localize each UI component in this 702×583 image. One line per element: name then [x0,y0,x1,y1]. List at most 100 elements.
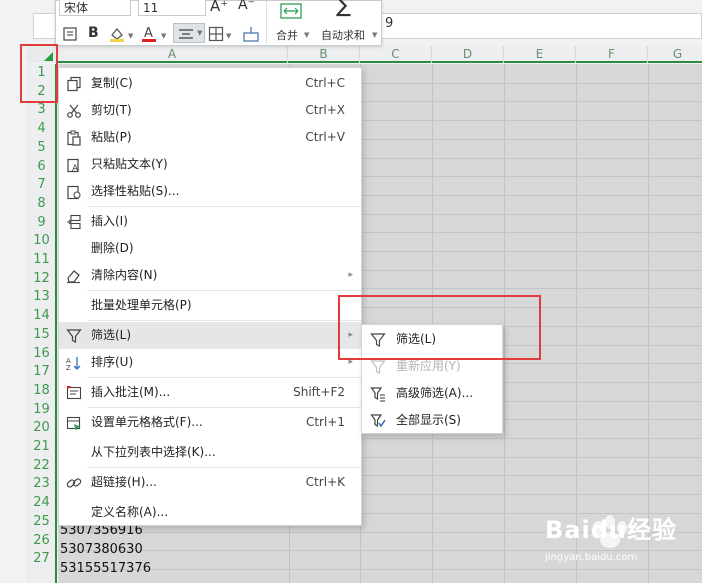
format-painter-icon[interactable] [62,26,78,42]
row-header-18[interactable]: 18 [26,382,57,401]
row-header-6[interactable]: 6 [26,158,57,177]
row-header-7[interactable]: 7 [26,176,57,195]
row-header-15[interactable]: 15 [26,326,57,345]
cell-a26[interactable]: 5307380630 [60,541,143,559]
scissors-icon [67,104,81,118]
menu-item-insert[interactable]: 插入(I) [59,208,361,235]
row-header-3[interactable]: 3 [26,101,57,120]
font-color-icon[interactable]: A [141,25,157,43]
menu-separator [87,320,361,321]
submenu-item-label: 全部显示(S) [396,413,461,427]
menu-separator [87,407,361,408]
border-dropdown-icon[interactable]: ▼ [226,32,231,40]
menu-item-label: 粘贴(P) [91,130,132,144]
border-icon[interactable] [208,26,224,42]
menu-item-hyperlink[interactable]: 超链接(H)... Ctrl+K [59,469,361,496]
menu-item-paste[interactable]: 粘贴(P) Ctrl+V [59,124,361,151]
row-header-27[interactable]: 27 [26,550,57,569]
column-header-b[interactable]: B [288,46,360,63]
merge-dropdown-icon[interactable]: ▼ [304,31,309,39]
menu-item-shortcut: Shift+F2 [293,385,345,399]
autosum-button-label[interactable]: 自动求和 [321,27,365,43]
menu-item-filter[interactable]: 筛选(L) ▸ [59,322,361,349]
svg-text:A: A [72,164,79,173]
filter-icon [66,329,82,343]
row-header-14[interactable]: 14 [26,307,57,326]
row-header-19[interactable]: 19 [26,401,57,420]
row-header-20[interactable]: 20 [26,419,57,438]
menu-separator [87,377,361,378]
increase-font-button[interactable]: A⁺ [210,0,228,15]
column-header-g[interactable]: G [648,46,702,63]
column-header-d[interactable]: D [432,46,504,63]
submenu-item-advanced-filter[interactable]: 高级筛选(A)... [362,380,502,407]
link-icon [66,478,82,488]
bold-button[interactable]: B [88,25,99,41]
menu-item-insert-comment[interactable]: 插入批注(M)... Shift+F2 [59,379,361,406]
cell-a27[interactable]: 53155517376 [60,560,151,578]
row-header-22[interactable]: 22 [26,457,57,476]
menu-item-paste-special[interactable]: 选择性粘贴(S)... [59,178,361,205]
menu-item-cut[interactable]: 剪切(T) Ctrl+X [59,97,361,124]
column-header-a[interactable]: A [57,46,288,63]
menu-item-label: 排序(U) [91,355,134,369]
menu-separator [87,206,361,207]
submenu-item-show-all[interactable]: 全部显示(S) [362,407,502,434]
row-header-26[interactable]: 26 [26,532,57,551]
watermark-text: Baidu经验 [545,516,677,544]
row-header-4[interactable]: 4 [26,120,57,139]
filter-reapply-icon [370,360,386,374]
insert-icon [67,214,81,230]
menu-item-clear-contents[interactable]: 清除内容(N) ▸ [59,262,361,289]
column-header-f[interactable]: F [576,46,648,63]
menu-item-label: 插入(I) [91,214,128,228]
menu-item-sort[interactable]: A Z 排序(U) ▸ [59,349,361,376]
comment-icon [66,386,82,400]
menu-item-delete[interactable]: 删除(D) [59,235,361,262]
row-header-21[interactable]: 21 [26,438,57,457]
row-header-24[interactable]: 24 [26,494,57,513]
eraser-icon [67,270,80,284]
menu-item-pick-from-list[interactable]: 从下拉列表中选择(K)... [59,439,361,466]
submenu-item-label: 高级筛选(A)... [396,386,474,400]
autosum-dropdown-icon[interactable]: ▼ [372,31,377,39]
toolbar-divider [266,1,267,47]
row-header-10[interactable]: 10 [26,232,57,251]
column-header-c[interactable]: C [360,46,432,63]
row-header-13[interactable]: 13 [26,288,57,307]
row-header-12[interactable]: 12 [26,270,57,289]
menu-item-format-cells[interactable]: 设置单元格格式(F)... Ctrl+1 [59,409,361,436]
menu-item-label: 定义名称(A)... [91,505,169,519]
decrease-font-button[interactable]: A⁻ [238,0,255,13]
fill-color-dropdown-icon[interactable]: ▼ [128,32,133,40]
merge-button-label[interactable]: 合并 [276,27,298,43]
font-name-select[interactable]: 宋体 [59,0,131,16]
menu-item-label: 选择性粘贴(S)... [91,184,180,198]
row-header-23[interactable]: 23 [26,475,57,494]
highlight-box-select-all [20,44,58,103]
row-header-11[interactable]: 11 [26,251,57,270]
row-header-16[interactable]: 16 [26,345,57,364]
sigma-icon[interactable]: ∑ [336,0,351,18]
column-header-e[interactable]: E [504,46,576,63]
menu-item-copy[interactable]: 复制(C) Ctrl+C [59,70,361,97]
align-button[interactable]: ▼ [173,23,205,43]
copy-icon [67,76,81,92]
menu-item-paste-text-only[interactable]: A 只粘贴文本(Y) [59,151,361,178]
menu-item-label: 设置单元格格式(F)... [91,415,203,429]
row-header-8[interactable]: 8 [26,195,57,214]
submenu-arrow-icon: ▸ [348,270,353,280]
row-header-17[interactable]: 17 [26,363,57,382]
row-header-9[interactable]: 9 [26,214,57,233]
merge-cells-icon[interactable] [280,1,302,21]
menu-item-label: 超链接(H)... [91,475,157,489]
paste-icon [67,130,81,146]
font-size-select[interactable]: 11 [138,0,206,16]
menu-item-batch-process[interactable]: 批量处理单元格(P) [59,292,361,319]
row-header-25[interactable]: 25 [26,513,57,532]
clear-format-icon[interactable] [242,25,260,43]
menu-item-define-name[interactable]: 定义名称(A)... [59,499,361,526]
font-color-dropdown-icon[interactable]: ▼ [161,32,166,40]
row-header-5[interactable]: 5 [26,139,57,158]
fill-color-icon[interactable] [108,26,126,42]
